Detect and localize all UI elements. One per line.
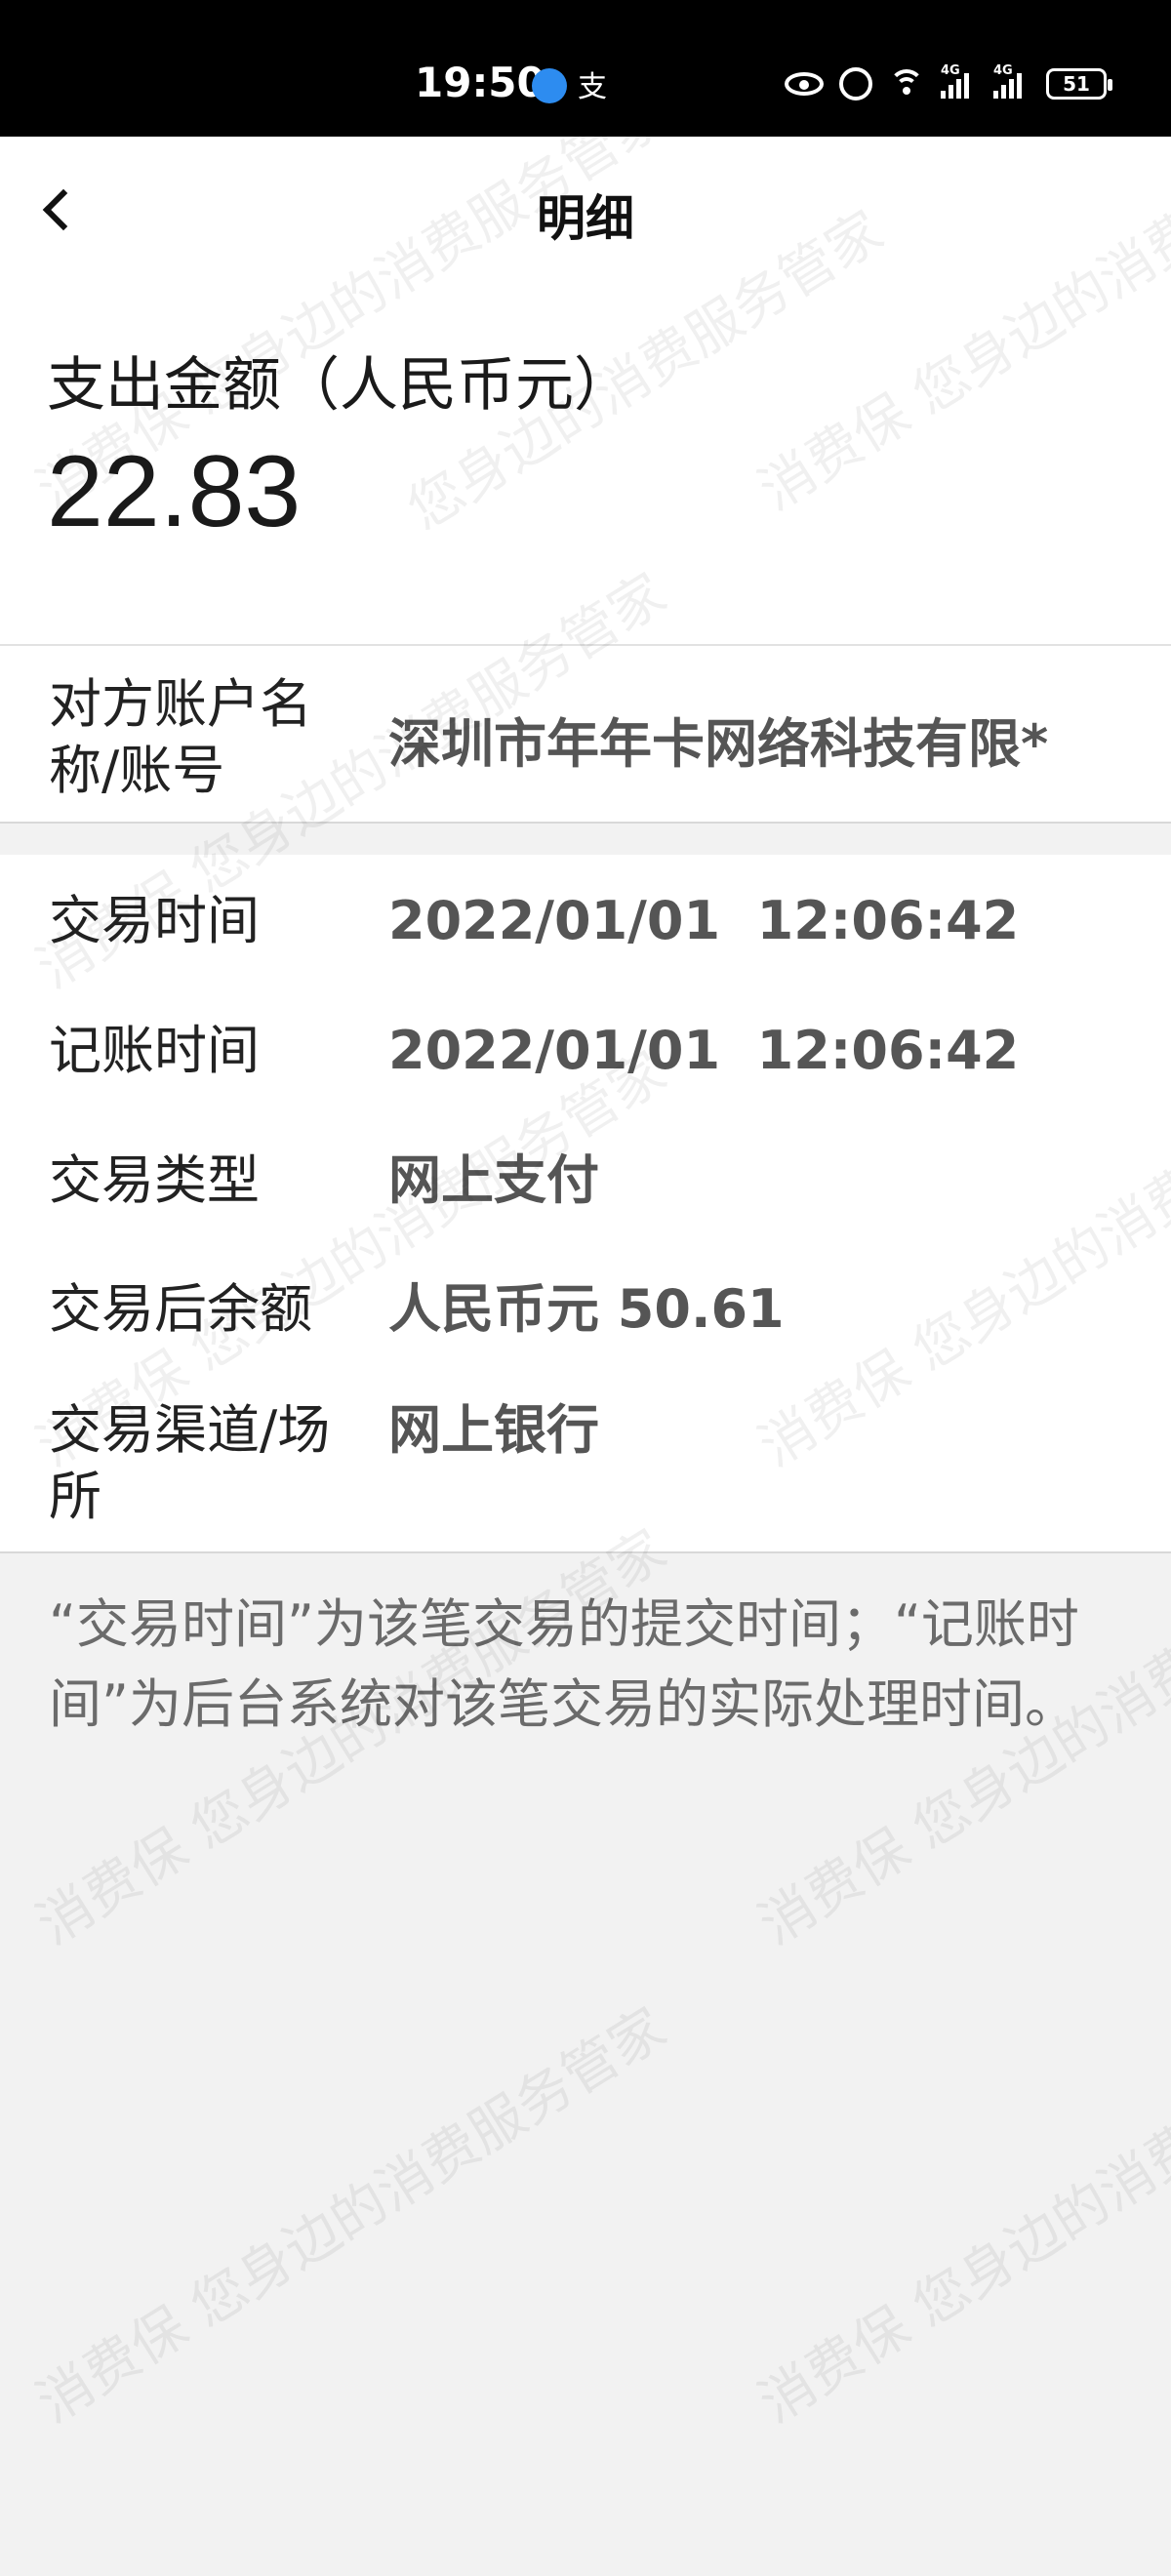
watermark-text: 消费保 您身边的消费服务管家: [25, 1995, 677, 2436]
watermark-text: 消费保 您身边的消费服务管家: [747, 1995, 1171, 2436]
counterparty-label: 对方账户名称/账号: [49, 673, 312, 801]
detail-label: 交易类型: [49, 1149, 260, 1211]
signal-icon: 4G: [941, 63, 978, 99]
eye-icon: [785, 72, 824, 96]
time-explanation-note: “交易时间”为该笔交易的提交时间；“记账时间”为后台系统对该笔交易的实际处理时间…: [49, 1593, 1079, 1735]
status-time: 19:50: [415, 59, 545, 106]
detail-value: 网上支付: [388, 1149, 599, 1211]
signal-label: 4G: [993, 63, 1013, 78]
detail-label: 交易渠道/场所: [49, 1399, 331, 1527]
app-notification-icon: [532, 68, 567, 103]
signal-label: 4G: [941, 63, 960, 78]
amount-label: 支出金额（人民币元）: [47, 351, 632, 420]
alipay-notification-icon: 支: [578, 70, 607, 104]
status-bar: 19:50 支 4G 4G 51: [0, 0, 1171, 137]
status-icons: 4G 4G 51: [785, 63, 1112, 103]
detail-value: 网上银行: [388, 1399, 599, 1461]
transaction-details: 交易时间 2022/01/01 12:06:42 记账时间 2022/01/01…: [0, 855, 1171, 1553]
amount-value: 22.83: [47, 435, 302, 548]
detail-label: 交易时间: [49, 890, 260, 951]
detail-value: 人民币元 50.61: [388, 1278, 785, 1340]
amount-section: 支出金额（人民币元） 22.83: [0, 283, 1171, 646]
wifi-icon: [888, 69, 925, 99]
page-title: 明细: [537, 190, 634, 247]
battery-icon: 51: [1046, 68, 1112, 100]
detail-value: 2022/01/01 12:06:42: [388, 1020, 1020, 1081]
alarm-icon: [839, 67, 872, 101]
counterparty-value: 深圳市年年卡网络科技有限*: [388, 713, 1049, 775]
counterparty-row: 对方账户名称/账号 深圳市年年卡网络科技有限*: [0, 646, 1171, 824]
detail-label: 交易后余额: [49, 1278, 312, 1340]
signal-icon: 4G: [993, 63, 1030, 99]
detail-label: 记账时间: [49, 1020, 260, 1081]
detail-value: 2022/01/01 12:06:42: [388, 890, 1020, 951]
app-header: 明细: [0, 137, 1171, 283]
